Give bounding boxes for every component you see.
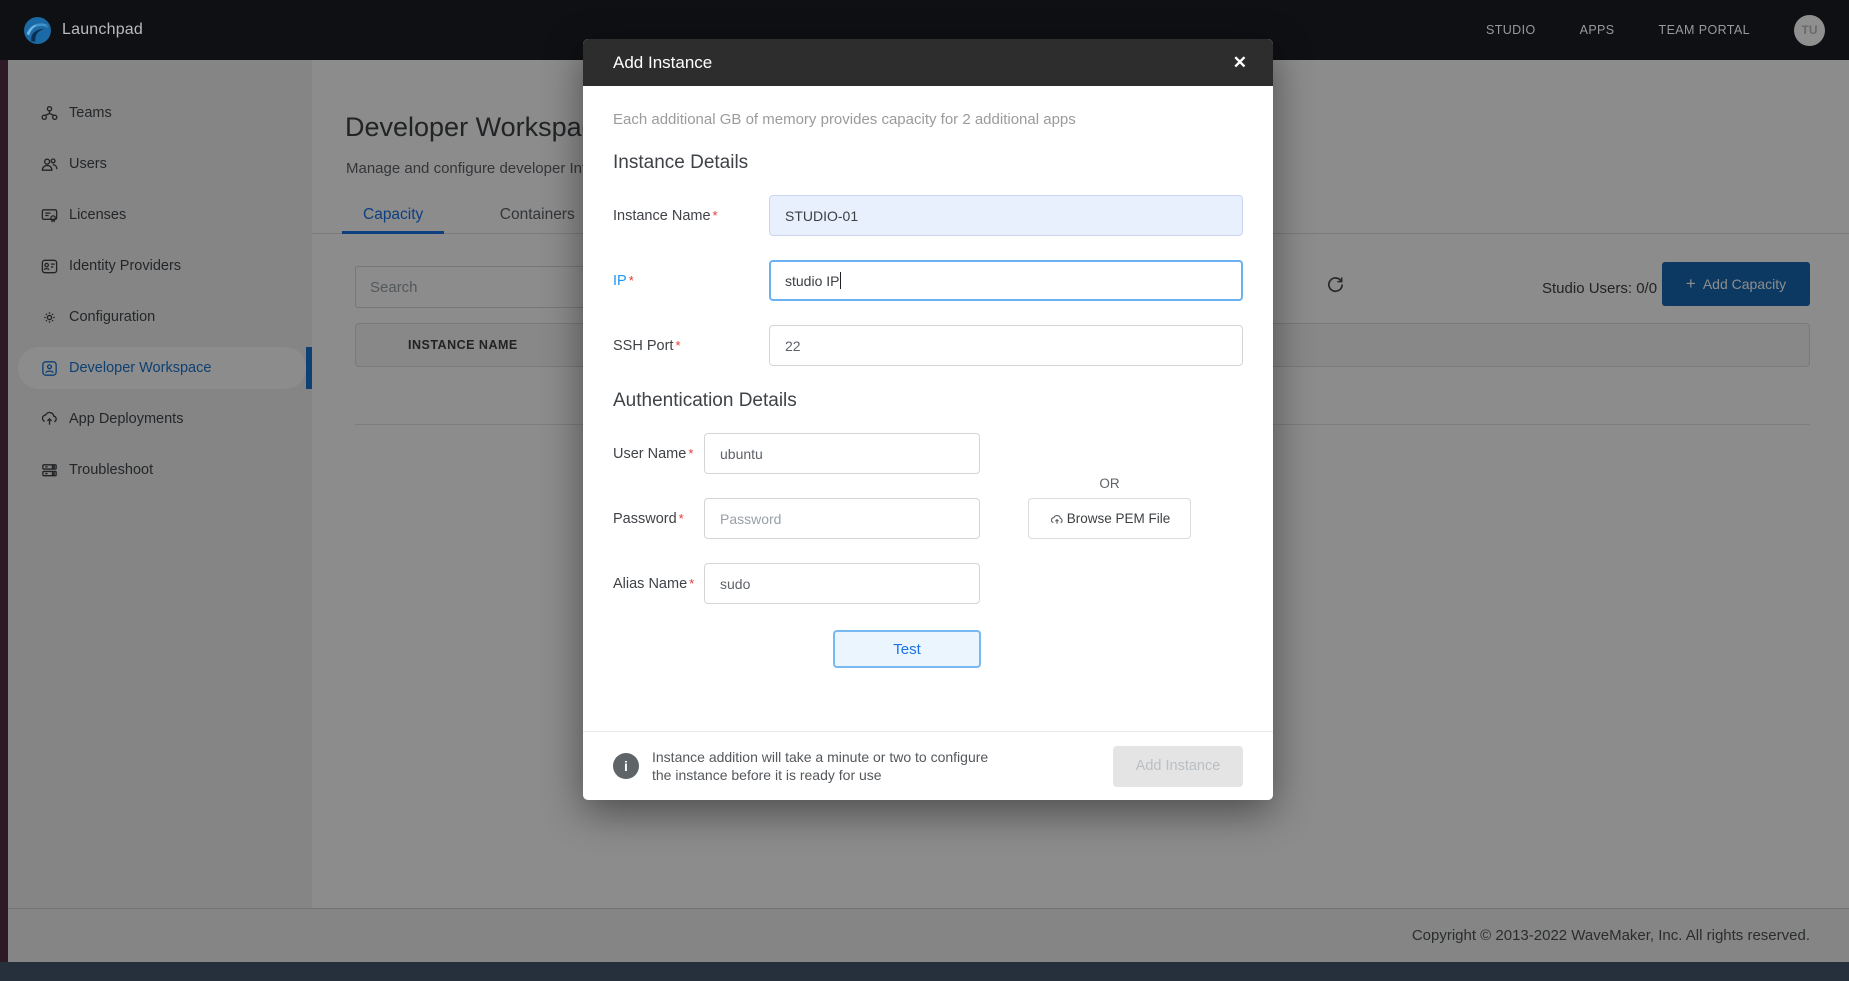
authentication-details-section: User Name* Password* Alias Name* OR bbox=[613, 433, 1243, 604]
or-separator: OR bbox=[1028, 476, 1191, 491]
browse-pem-label: Browse PEM File bbox=[1067, 511, 1171, 526]
ssh-port-label: SSH Port* bbox=[613, 338, 769, 354]
alias-name-row: Alias Name* bbox=[613, 563, 1243, 604]
authentication-details-heading: Authentication Details bbox=[613, 390, 1243, 412]
ssh-port-input[interactable] bbox=[769, 325, 1243, 366]
info-icon: i bbox=[613, 753, 639, 779]
user-name-input[interactable] bbox=[704, 433, 980, 474]
password-input[interactable] bbox=[704, 498, 980, 539]
instance-name-input[interactable] bbox=[769, 195, 1243, 236]
alias-name-input[interactable] bbox=[704, 563, 980, 604]
ip-row: IP* studio IP bbox=[613, 260, 1243, 301]
instance-name-row: Instance Name* bbox=[613, 195, 1243, 236]
instance-details-heading: Instance Details bbox=[613, 152, 1243, 174]
navbar-links: STUDIO APPS TEAM PORTAL TU bbox=[1486, 15, 1825, 46]
add-instance-button[interactable]: Add Instance bbox=[1113, 746, 1243, 787]
browse-pem-file-button[interactable]: Browse PEM File bbox=[1028, 498, 1191, 539]
nav-link-team-portal[interactable]: TEAM PORTAL bbox=[1659, 23, 1750, 37]
instance-name-label: Instance Name* bbox=[613, 208, 769, 224]
add-instance-modal: Add Instance ✕ Each additional GB of mem… bbox=[583, 39, 1273, 800]
test-button[interactable]: Test bbox=[833, 630, 981, 668]
required-asterisk: * bbox=[689, 576, 694, 591]
required-asterisk: * bbox=[675, 338, 680, 353]
nav-link-studio[interactable]: STUDIO bbox=[1486, 23, 1536, 37]
user-avatar[interactable]: TU bbox=[1794, 15, 1825, 46]
user-name-row: User Name* bbox=[613, 433, 1243, 474]
instance-details-section: Instance Name* IP* studio IP SSH Port* bbox=[613, 195, 1243, 366]
modal-title: Add Instance bbox=[613, 53, 712, 73]
ip-label: IP* bbox=[613, 273, 769, 289]
nav-link-apps[interactable]: APPS bbox=[1580, 23, 1615, 37]
upload-cloud-icon bbox=[1049, 511, 1065, 527]
user-name-label: User Name* bbox=[613, 446, 704, 462]
required-asterisk: * bbox=[688, 446, 693, 461]
wavemaker-logo-icon bbox=[24, 17, 51, 44]
text-cursor bbox=[840, 272, 841, 289]
modal-subtitle: Each additional GB of memory provides ca… bbox=[613, 111, 1243, 128]
application-window: Launchpad STUDIO APPS TEAM PORTAL TU Tea… bbox=[0, 0, 1849, 981]
modal-body: Each additional GB of memory provides ca… bbox=[583, 111, 1273, 668]
required-asterisk: * bbox=[679, 511, 684, 526]
required-asterisk: * bbox=[713, 208, 718, 223]
ip-input-value: studio IP bbox=[785, 273, 839, 289]
required-asterisk: * bbox=[629, 273, 634, 288]
modal-header: Add Instance ✕ bbox=[583, 39, 1273, 86]
alias-name-label: Alias Name* bbox=[613, 576, 704, 592]
modal-footer: i Instance addition will take a minute o… bbox=[583, 731, 1273, 800]
password-label: Password* bbox=[613, 511, 704, 527]
brand-name: Launchpad bbox=[62, 21, 143, 39]
ssh-port-row: SSH Port* bbox=[613, 325, 1243, 366]
ip-input[interactable]: studio IP bbox=[769, 260, 1243, 301]
footer-note: Instance addition will take a minute or … bbox=[652, 748, 988, 785]
close-icon[interactable]: ✕ bbox=[1233, 54, 1247, 71]
